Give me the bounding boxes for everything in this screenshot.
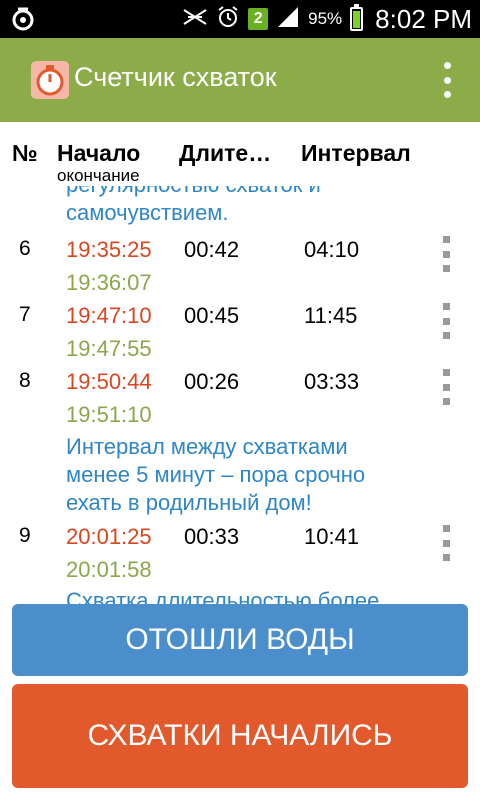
app-bar: Счетчик схваток xyxy=(0,38,480,122)
app-notification-icon xyxy=(10,6,36,37)
row-more-icon[interactable] xyxy=(441,303,451,339)
app-title: Счетчик схваток xyxy=(74,62,277,92)
status-bar: 2 95% 8:02 PM xyxy=(0,0,480,38)
column-header-duration: Длите… xyxy=(179,140,272,166)
row-duration: 00:45 xyxy=(184,303,240,328)
row-duration: 00:42 xyxy=(184,237,240,262)
signal-icon xyxy=(276,5,300,34)
row-start-time: 19:35:25 xyxy=(66,237,152,262)
water-broke-button[interactable]: ОТОШЛИ ВОДЫ xyxy=(12,604,468,676)
mute-icon xyxy=(182,6,208,33)
stopwatch-app-icon xyxy=(30,60,70,100)
alarm-icon xyxy=(216,5,240,34)
column-subheader-end: окончание xyxy=(57,166,140,185)
row-number: 6 xyxy=(19,237,31,260)
column-header-start: Начало xyxy=(57,140,141,166)
row-more-icon[interactable] xyxy=(441,236,451,272)
row-interval: 11:45 xyxy=(304,303,358,328)
column-header-interval: Интервал xyxy=(301,140,411,166)
battery-percent: 95% xyxy=(308,9,343,28)
row-start-time: 19:47:10 xyxy=(66,303,152,328)
row-number: 8 xyxy=(19,369,31,392)
contractions-started-button[interactable]: СХВАТКИ НАЧАЛИСЬ xyxy=(12,684,468,788)
row-interval: 03:33 xyxy=(304,369,360,394)
row-duration: 00:26 xyxy=(184,369,240,394)
row-start-time: 20:01:25 xyxy=(66,524,152,549)
overflow-menu-icon[interactable] xyxy=(442,62,452,98)
info-message-top: регулярностью схваток и самочувствием. xyxy=(66,186,321,225)
row-interval: 04:10 xyxy=(304,237,360,262)
row-more-icon[interactable] xyxy=(441,369,451,405)
row-end-time: 19:47:55 xyxy=(66,336,152,361)
row-end-time: 20:01:58 xyxy=(66,557,152,582)
warning-message: Интервал между схватками менее 5 минут –… xyxy=(66,434,366,515)
row-start-time: 19:50:44 xyxy=(66,369,152,394)
row-end-time: 19:36:07 xyxy=(66,270,152,295)
row-number: 9 xyxy=(19,524,31,547)
row-number: 7 xyxy=(19,303,31,326)
contractions-list[interactable]: регулярностью схваток и самочувствием. 6… xyxy=(0,186,480,606)
sim-badge: 2 xyxy=(248,8,269,30)
row-interval: 10:41 xyxy=(304,524,360,549)
row-end-time: 19:51:10 xyxy=(66,402,152,427)
clock: 8:02 PM xyxy=(375,3,472,34)
row-duration: 00:33 xyxy=(184,524,240,549)
row-more-icon[interactable] xyxy=(441,525,451,561)
battery-icon xyxy=(350,4,364,31)
column-header-number: № xyxy=(12,140,38,166)
